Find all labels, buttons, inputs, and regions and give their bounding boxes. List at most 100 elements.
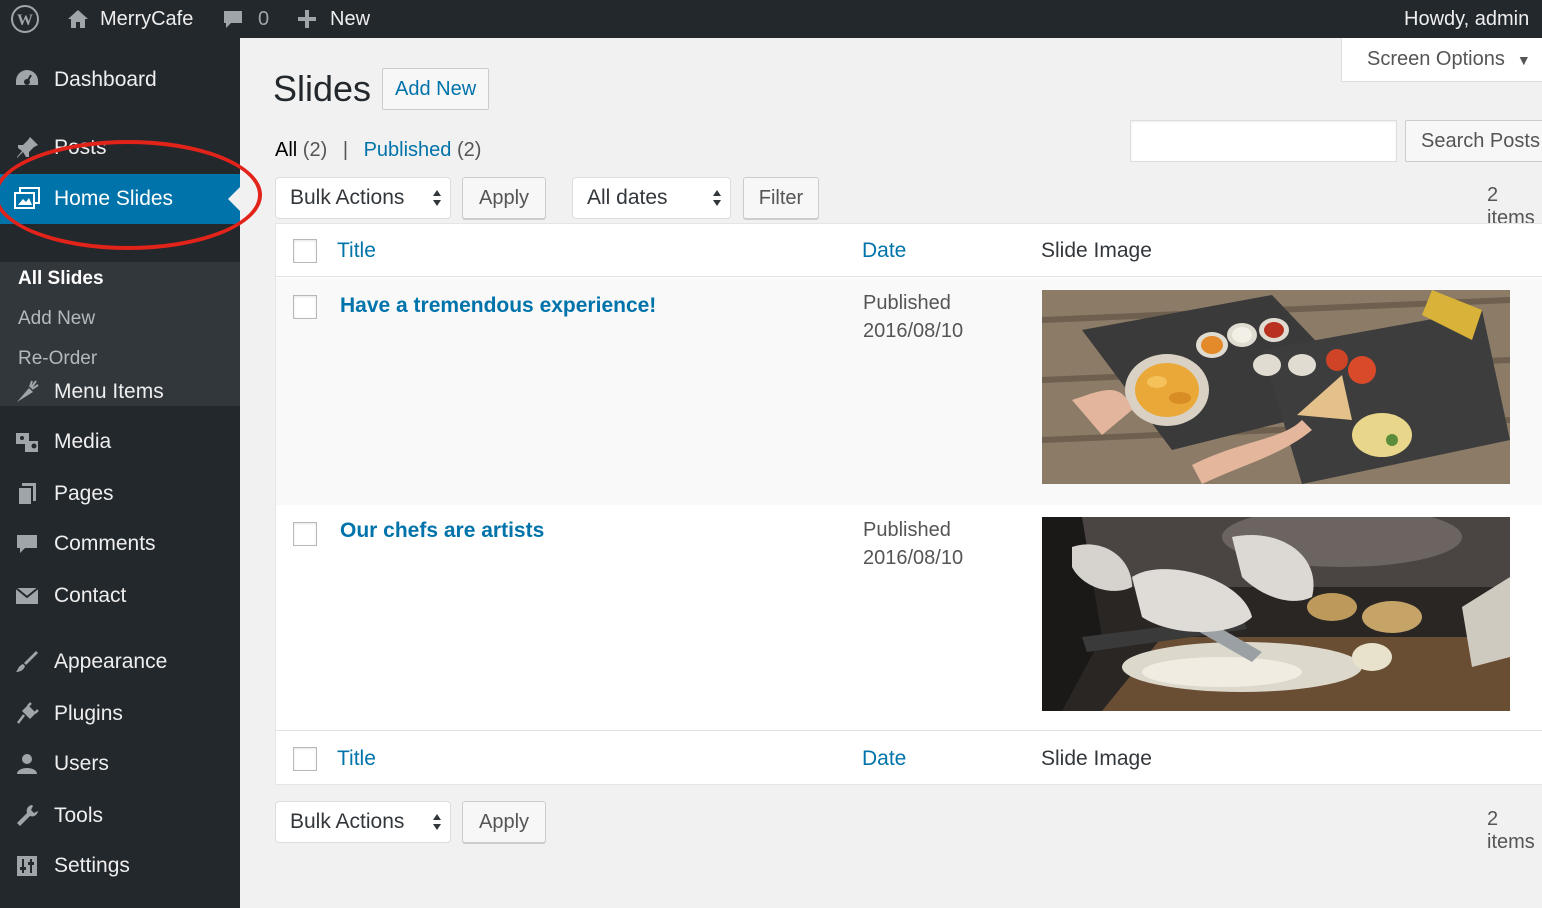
admin-bar: W MerryCafe 0 New Howdy, admin: [0, 0, 1542, 38]
select-all-checkbox[interactable]: [293, 239, 317, 263]
sidebar-item-label: Menu Items: [54, 380, 164, 403]
wordpress-logo-icon[interactable]: W: [10, 0, 40, 38]
sidebar-item-home-slides[interactable]: Home Slides: [0, 174, 240, 224]
search-input[interactable]: [1130, 120, 1397, 162]
comments-count: 0: [258, 7, 270, 30]
row-checkbox[interactable]: [293, 522, 317, 546]
new-label: New: [330, 7, 371, 30]
bulk-actions-value: Bulk Actions: [290, 186, 405, 209]
sidebar-item-label: Settings: [54, 854, 130, 877]
comment-bubble-icon: [222, 8, 244, 30]
bulk-actions-select-top[interactable]: Bulk Actions: [275, 177, 451, 219]
row-status: Published: [863, 519, 951, 541]
comment-icon: [13, 530, 41, 558]
sidebar-item-appearance[interactable]: Appearance: [0, 640, 240, 684]
media-icon: [13, 428, 41, 456]
row-title-link[interactable]: Our chefs are artists: [340, 519, 544, 543]
greeting-text: Howdy, admin: [1404, 7, 1530, 30]
column-date-footer[interactable]: Date: [862, 747, 906, 771]
search-posts-button[interactable]: Search Posts: [1405, 120, 1542, 162]
row-date: 2016/08/10: [863, 320, 964, 342]
row-checkbox[interactable]: [293, 295, 317, 319]
sidebar-item-label: Comments: [54, 532, 156, 555]
sidebar-item-label: Users: [54, 752, 109, 775]
sidebar-item-label: Tools: [54, 804, 104, 827]
sidebar-item-contact[interactable]: Contact: [0, 574, 240, 618]
svg-text:W: W: [17, 12, 33, 29]
filter-all-link[interactable]: All: [275, 139, 297, 161]
home-icon: [66, 8, 90, 30]
new-content-link[interactable]: New: [296, 0, 370, 38]
my-account-link[interactable]: Howdy, admin: [1404, 0, 1529, 38]
user-icon: [13, 750, 41, 778]
status-filter-links: All (2) | Published (2): [275, 139, 481, 162]
sidebar-item-media[interactable]: Media: [0, 420, 240, 464]
sidebar-item-dashboard[interactable]: Dashboard: [0, 58, 240, 102]
row-date: 2016/08/10: [863, 547, 964, 569]
sidebar-item-label: Home Slides: [54, 187, 174, 210]
slides-table: Title Date Slide Image Have a tremendous…: [275, 223, 1542, 785]
sidebar-item-pages[interactable]: Pages: [0, 472, 240, 516]
carrot-icon: [13, 378, 41, 406]
mail-icon: [13, 582, 41, 610]
plugin-icon: [13, 700, 41, 728]
sidebar-item-plugins[interactable]: Plugins: [0, 692, 240, 736]
column-date-header[interactable]: Date: [862, 239, 906, 263]
wrench-icon: [13, 802, 41, 830]
bulk-actions-value: Bulk Actions: [290, 810, 405, 833]
sidebar-item-settings[interactable]: Settings: [0, 844, 240, 888]
column-image-footer: Slide Image: [1041, 747, 1152, 770]
filter-published-link[interactable]: Published: [364, 139, 452, 161]
apply-button-top[interactable]: Apply: [462, 177, 546, 219]
chef-chopping-photo[interactable]: [1042, 517, 1510, 711]
select-arrows-icon: [433, 190, 441, 206]
column-title-footer[interactable]: Title: [337, 747, 376, 771]
comments-link[interactable]: 0: [222, 0, 269, 38]
sidebar-item-menu-items[interactable]: Menu Items: [0, 370, 240, 414]
sidebar-item-label: Media: [54, 430, 112, 453]
column-image-header: Slide Image: [1041, 239, 1152, 262]
sidebar-item-tools[interactable]: Tools: [0, 794, 240, 838]
settings-icon: [13, 852, 41, 880]
sidebar-item-users[interactable]: Users: [0, 742, 240, 786]
pin-icon: [13, 134, 41, 162]
select-all-checkbox-bottom[interactable]: [293, 747, 317, 771]
sidebar-item-label: Appearance: [54, 650, 168, 673]
site-name: MerryCafe: [100, 7, 194, 30]
items-count-bottom: 2 items: [1487, 808, 1535, 853]
date-filter-value: All dates: [587, 186, 668, 209]
site-name-link[interactable]: MerryCafe: [66, 0, 193, 38]
add-new-button[interactable]: Add New: [382, 68, 490, 110]
sidebar-item-label: Posts: [54, 136, 107, 159]
dashboard-icon: [13, 66, 41, 94]
admin-sidebar: Dashboard Posts Home Slides All Slides A…: [0, 38, 240, 908]
pages-icon: [13, 480, 41, 508]
brush-icon: [13, 648, 41, 676]
submenu-re-order[interactable]: Re-Order: [18, 348, 97, 370]
row-title-link[interactable]: Have a tremendous experience!: [340, 294, 656, 318]
filter-separator: |: [342, 139, 349, 161]
sidebar-item-posts[interactable]: Posts: [0, 126, 240, 170]
column-title-header[interactable]: Title: [337, 239, 376, 263]
plus-icon: [296, 8, 318, 30]
sidebar-item-label: Contact: [54, 584, 127, 607]
caret-down-icon: ▼: [1516, 51, 1531, 68]
filter-button[interactable]: Filter: [743, 177, 819, 219]
submenu-add-new[interactable]: Add New: [18, 308, 95, 330]
sidebar-item-label: Dashboard: [54, 68, 157, 91]
bulk-actions-select-bottom[interactable]: Bulk Actions: [275, 801, 451, 843]
select-arrows-icon: [713, 190, 721, 206]
slides-icon: [13, 185, 41, 213]
current-menu-arrow: [228, 187, 240, 211]
sidebar-item-comments[interactable]: Comments: [0, 522, 240, 566]
date-filter-select[interactable]: All dates: [572, 177, 731, 219]
screen-options-button[interactable]: Screen Options ▼: [1341, 38, 1542, 82]
filter-all-count: (2): [302, 139, 328, 161]
apply-button-bottom[interactable]: Apply: [462, 801, 546, 843]
screen-options-label: Screen Options: [1367, 48, 1505, 70]
table-footer: Title Date Slide Image: [276, 730, 1542, 785]
food-platter-photo[interactable]: [1042, 290, 1510, 484]
sidebar-item-label: Pages: [54, 482, 114, 505]
submenu-all-slides[interactable]: All Slides: [18, 268, 104, 290]
sidebar-item-label: Plugins: [54, 702, 123, 725]
